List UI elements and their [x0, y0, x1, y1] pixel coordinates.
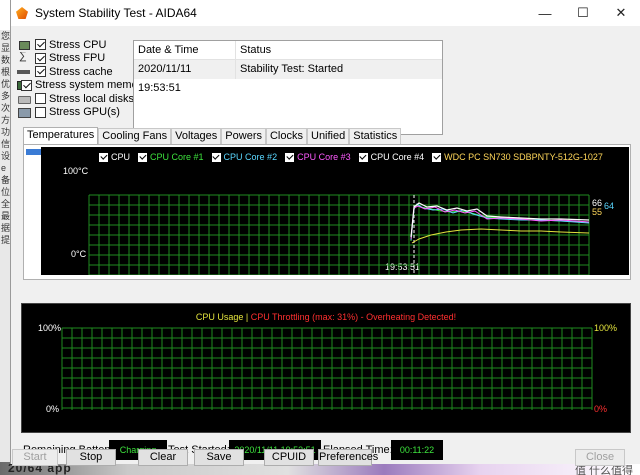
background-glyph: 最: [1, 211, 11, 221]
save-button-label: Save: [206, 451, 232, 463]
tab-clocks[interactable]: Clocks: [265, 128, 307, 144]
close-button-label: Close: [585, 451, 615, 463]
table-row[interactable]: 2020/11/11 19:53:51 Stability Test: Star…: [134, 60, 442, 94]
stress-disks-option[interactable]: Stress local disks: [17, 92, 135, 106]
column-header-date-time[interactable]: Date & Time: [134, 41, 236, 59]
preferences-button[interactable]: Preferences: [318, 449, 378, 466]
start-button[interactable]: Start: [12, 449, 58, 466]
stress-disks-checkbox[interactable]: [35, 93, 46, 105]
stress-cache-label: Stress cache: [49, 65, 113, 78]
status-table-header: Date & Time Status: [134, 41, 442, 60]
stress-fpu-checkbox[interactable]: [35, 52, 46, 64]
tab-temperatures[interactable]: Temperatures: [23, 127, 99, 144]
row-date-time: 2020/11/11 19:53:51: [134, 60, 236, 94]
background-glyph: 根: [1, 67, 11, 77]
background-glyph: 显: [1, 43, 11, 53]
series-line-core1: [410, 204, 590, 242]
stress-cache-checkbox[interactable]: [35, 66, 46, 78]
panel-scroll-marker: [26, 149, 42, 155]
background-glyph: 提: [1, 235, 11, 245]
close-button[interactable]: Close: [575, 449, 625, 466]
stress-fpu-option[interactable]: Stress FPU: [17, 52, 135, 66]
background-glyph: 您: [1, 31, 11, 41]
background-glyph: 功: [1, 127, 11, 137]
temperature-grid: [88, 194, 590, 275]
background-glyph: 位: [1, 187, 11, 197]
elapsed-time-value: 00:11:22: [391, 440, 443, 460]
stability-test-window: System Stability Test - AIDA64 — ☐ ✕ Str…: [10, 0, 640, 464]
close-window-button[interactable]: ✕: [602, 0, 640, 26]
window-body: Stress CPU Stress FPU Stress cache Stres…: [11, 26, 640, 464]
gpu-icon: [17, 107, 31, 119]
background-glyph: 多: [1, 91, 11, 101]
stress-memory-checkbox[interactable]: [21, 79, 32, 91]
usage-grid: [61, 327, 593, 410]
column-header-status[interactable]: Status: [236, 41, 271, 59]
disk-icon: [17, 94, 31, 104]
stress-gpu-label: Stress GPU(s): [49, 106, 120, 119]
tab-powers[interactable]: Powers: [221, 128, 266, 144]
window-title: System Stability Test - AIDA64: [35, 6, 197, 20]
row-status: Stability Test: Started: [240, 63, 344, 75]
background-glyph: 全: [1, 199, 11, 209]
background-app-strip: 您显数根优多次方功信设e备位全最据提: [0, 30, 10, 475]
stress-cpu-checkbox[interactable]: [35, 39, 46, 51]
stop-button[interactable]: Stop: [66, 449, 116, 466]
stress-disks-label: Stress local disks: [49, 92, 134, 105]
stress-cpu-option[interactable]: Stress CPU: [17, 38, 135, 52]
background-glyph: 据: [1, 223, 11, 233]
background-glyph: 信: [1, 139, 11, 149]
temperature-graph: CPU CPU Core #1 CPU Core #2 CPU Core #3 …: [41, 147, 629, 275]
stress-memory-label: Stress system memo: [35, 79, 135, 92]
stress-gpu-option[interactable]: Stress GPU(s): [17, 106, 135, 120]
cpu-usage-graph: CPU Usage | CPU Throttling (max: 31%) - …: [21, 303, 631, 433]
status-log-table[interactable]: Date & Time Status 2020/11/11 19:53:51 S…: [133, 40, 443, 135]
cpuid-button[interactable]: CPUID: [264, 449, 314, 466]
cache-icon: [17, 67, 31, 77]
maximize-button[interactable]: ☐: [564, 0, 602, 26]
background-glyph: 方: [1, 115, 11, 125]
aida64-flame-icon: [15, 6, 29, 20]
stress-options: Stress CPU Stress FPU Stress cache Stres…: [17, 38, 135, 119]
temperature-plot: [88, 194, 590, 275]
title-bar[interactable]: System Stability Test - AIDA64 — ☐ ✕: [11, 0, 640, 26]
preferences-button-label: Preferences: [319, 451, 379, 463]
cpuid-button-label: CPUID: [271, 451, 307, 463]
cpu-icon: [17, 40, 31, 50]
tab-voltages[interactable]: Voltages: [171, 128, 222, 144]
tab-unified[interactable]: Unified: [307, 128, 350, 144]
tab-statistics[interactable]: Statistics: [349, 128, 402, 144]
stress-fpu-label: Stress FPU: [49, 52, 106, 65]
sensor-tabs: Temperatures Cooling Fans Voltages Power…: [23, 127, 402, 144]
tab-cooling-fans[interactable]: Cooling Fans: [98, 128, 172, 144]
stress-memory-option[interactable]: Stress system memo: [17, 79, 135, 93]
background-glyph: 优: [1, 79, 11, 89]
save-button[interactable]: Save: [194, 449, 244, 466]
background-glyph: 备: [1, 175, 11, 185]
clear-button[interactable]: Clear: [138, 449, 188, 466]
start-button-label: Start: [23, 451, 47, 463]
background-glyph: 数: [1, 55, 11, 65]
clear-button-label: Clear: [149, 451, 177, 463]
stress-cpu-label: Stress CPU: [49, 38, 107, 51]
usage-plot: [61, 327, 593, 410]
fpu-icon: [17, 52, 31, 63]
minimize-button[interactable]: —: [526, 0, 564, 26]
stress-cache-option[interactable]: Stress cache: [17, 65, 135, 79]
background-glyph: e: [1, 163, 7, 173]
stress-gpu-checkbox[interactable]: [35, 106, 46, 118]
stop-button-label: Stop: [79, 451, 103, 463]
background-glyph: 设: [1, 151, 11, 161]
background-glyph: 次: [1, 103, 11, 113]
